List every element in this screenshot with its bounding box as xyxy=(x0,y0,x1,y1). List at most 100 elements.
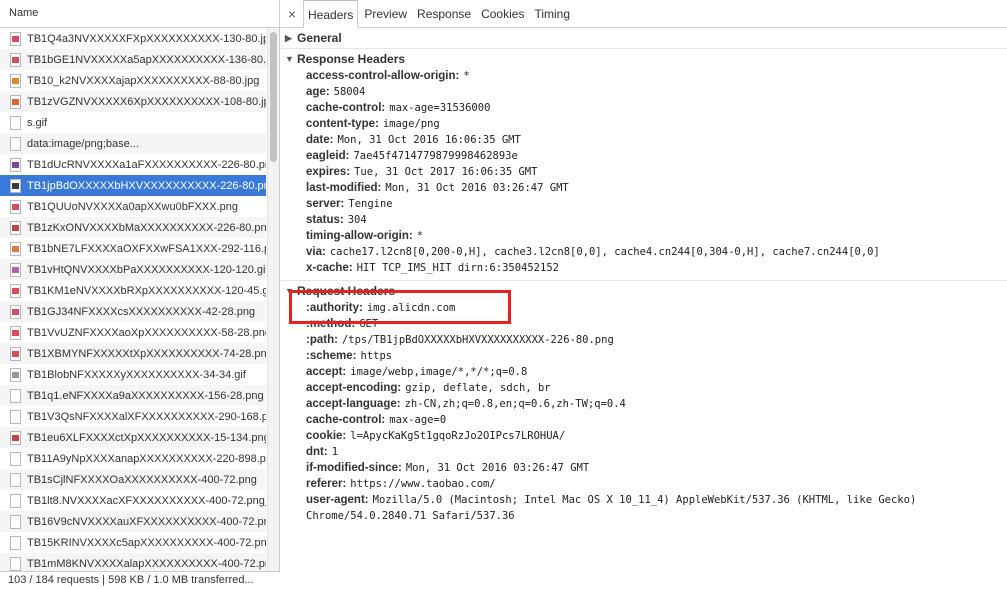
tab-headers[interactable]: Headers xyxy=(303,0,359,28)
request-headers-list: :authority: img.alicdn.com:method: GET:pat… xyxy=(281,300,1007,524)
header-row: :method: GET xyxy=(281,316,1007,332)
header-value: Mozilla/5.0 (Macintosh; Intel Mac OS X 1… xyxy=(306,494,917,522)
tab-timing[interactable]: Timing xyxy=(530,0,574,27)
request-row[interactable]: s.gif xyxy=(0,112,266,133)
tab-cookies[interactable]: Cookies xyxy=(477,0,528,27)
file-thumbnail-icon xyxy=(10,556,21,571)
header-name: accept: xyxy=(306,366,347,378)
header-name: :path: xyxy=(306,334,338,346)
request-row[interactable]: TB1sCjlNFXXXXOaXXXXXXXXXX-400-72.png xyxy=(0,469,266,490)
file-thumbnail-icon xyxy=(10,136,21,151)
request-list-scrollbar[interactable] xyxy=(267,28,279,572)
header-value: zh-CN,zh;q=0.8,en;q=0.6,zh-TW;q=0.4 xyxy=(404,398,626,410)
file-thumbnail-icon xyxy=(10,409,21,424)
header-value: 304 xyxy=(347,214,367,226)
request-row[interactable]: TB1GJ34NFXXXXcsXXXXXXXXXX-42-28.png xyxy=(0,301,266,322)
header-value: l=ApycKaKgSt1gqoRzJo2OIPcs7LROHUA/ xyxy=(350,430,566,442)
name-column-header[interactable]: Name xyxy=(0,0,279,28)
header-row: :path:/tps/TB1jpBdOXXXXXbHXVXXXXXXXXXX-2… xyxy=(281,332,1007,348)
request-row[interactable]: TB1vHtQNVXXXXbPaXXXXXXXXXX-120-120.gif xyxy=(0,259,266,280)
request-row[interactable]: TB10_k2NVXXXXajapXXXXXXXXXX-88-80.jpg xyxy=(0,70,266,91)
header-value: https xyxy=(360,350,393,362)
request-row[interactable]: TB1XBMYNFXXXXXtXpXXXXXXXXXX-74-28.png xyxy=(0,343,266,364)
header-row: if-modified-since: Mon, 31 Oct 2016 03:26… xyxy=(281,460,1007,476)
request-row[interactable]: TB1V3QsNFXXXXalXFXXXXXXXXXX-290-168.png xyxy=(0,406,266,427)
header-row: :authority: img.alicdn.com xyxy=(281,300,1007,316)
request-row[interactable]: TB1q1.eNFXXXXa9aXXXXXXXXXX-156-28.png xyxy=(0,385,266,406)
scrollbar-thumb[interactable] xyxy=(270,32,277,162)
header-name: accept-language: xyxy=(306,398,401,410)
header-row: timing-allow-origin: * xyxy=(281,228,1007,244)
request-row[interactable]: TB1dUcRNVXXXXa1aFXXXXXXXXXX-226-80.png xyxy=(0,154,266,175)
request-row[interactable]: TB11A9yNpXXXXanapXXXXXXXXXX-220-898.png xyxy=(0,448,266,469)
header-name: :method: xyxy=(306,318,356,330)
request-row[interactable]: TB1zVGZNVXXXXX6XpXXXXXXXXXX-108-80.jpg xyxy=(0,91,266,112)
header-name: timing-allow-origin: xyxy=(306,230,413,242)
header-value: max-age=31536000 xyxy=(389,102,491,114)
request-row[interactable]: TB1bNE7LFXXXXaOXFXXwFSA1XXX-292-116.png xyxy=(0,238,266,259)
request-row[interactable]: TB1QUUoNVXXXXa0apXXwu0bFXXX.png xyxy=(0,196,266,217)
file-thumbnail-icon xyxy=(10,535,21,550)
file-thumbnail-icon xyxy=(10,388,21,403)
file-thumbnail-icon xyxy=(10,514,21,529)
header-name: referer: xyxy=(306,478,347,490)
header-value: https://www.taobao.com/ xyxy=(350,478,496,490)
file-thumbnail-icon xyxy=(10,94,21,109)
file-thumbnail-icon xyxy=(10,472,21,487)
tab-response[interactable]: Response xyxy=(413,0,475,27)
general-section-toggle[interactable]: ▶ General xyxy=(281,28,1007,48)
file-thumbnail-icon xyxy=(10,52,21,67)
header-value: max-age=0 xyxy=(389,414,447,426)
request-headers-section-toggle[interactable]: ▼ Request Headers xyxy=(281,280,1007,300)
header-value: Mon, 31 Oct 2016 03:26:47 GMT xyxy=(385,182,569,194)
file-thumbnail-icon xyxy=(10,115,21,130)
close-icon[interactable]: × xyxy=(281,0,303,27)
request-name: TB1sCjlNFXXXXOaXXXXXXXXXX-400-72.png xyxy=(27,473,257,486)
request-row[interactable]: TB1jpBdOXXXXXbHXVXXXXXXXXXX-226-80.png xyxy=(0,175,266,196)
header-row: user-agent: Mozilla/5.0 (Macintosh; Intel… xyxy=(281,492,1007,524)
header-row: x-cache: HIT TCP_IMS_HIT dirn:6:350452152 xyxy=(281,260,1007,276)
response-headers-section-toggle[interactable]: ▼ Response Headers xyxy=(281,48,1007,68)
request-name: data:image/png;base... xyxy=(27,137,139,150)
header-row: accept-language: zh-CN,zh;q=0.8,en;q=0.6,… xyxy=(281,396,1007,412)
request-row[interactable]: TB1VvUZNFXXXXaoXpXXXXXXXXXX-58-28.png xyxy=(0,322,266,343)
header-value: HIT TCP_IMS_HIT dirn:6:350452152 xyxy=(356,262,559,274)
header-name: cache-control: xyxy=(306,414,386,426)
header-value: Mon, 31 Oct 2016 03:26:47 GMT xyxy=(405,462,590,474)
request-list-panel: Name TB1Q4a3NVXXXXXFXpXXXXXXXXXX-130-80.… xyxy=(0,0,280,589)
request-row[interactable]: TB1KM1eNVXXXXbRXpXXXXXXXXXX-120-45.gif xyxy=(0,280,266,301)
request-row[interactable]: TB1zKxONVXXXXbMaXXXXXXXXXX-226-80.png xyxy=(0,217,266,238)
request-row[interactable]: TB1Q4a3NVXXXXXFXpXXXXXXXXXX-130-80.jpg xyxy=(0,28,266,49)
header-name: eagleid: xyxy=(306,150,350,162)
header-name: status: xyxy=(306,214,344,226)
header-row: last-modified: Mon, 31 Oct 2016 03:26:47 … xyxy=(281,180,1007,196)
header-name: date: xyxy=(306,134,334,146)
header-row: accept-encoding: gzip, deflate, sdch, br xyxy=(281,380,1007,396)
request-row[interactable]: data:image/png;base... xyxy=(0,133,266,154)
header-row: referer: https://www.taobao.com/ xyxy=(281,476,1007,492)
request-row[interactable]: TB1eu6XLFXXXXctXpXXXXXXXXXX-15-134.png xyxy=(0,427,266,448)
request-name: TB16V9cNVXXXXauXFXXXXXXXXXX-400-72.png xyxy=(27,515,266,528)
file-thumbnail-icon xyxy=(10,493,21,508)
header-value: /tps/TB1jpBdOXXXXXbHXVXXXXXXXXXX-226-80.… xyxy=(341,334,614,346)
request-row[interactable]: TB1BlobNFXXXXXyXXXXXXXXXX-34-34.gif xyxy=(0,364,266,385)
file-thumbnail-icon xyxy=(10,220,21,235)
header-value: * xyxy=(463,70,470,82)
header-row: cookie: l=ApycKaKgSt1gqoRzJo2OIPcs7LROHUA… xyxy=(281,428,1007,444)
request-name: TB1q1.eNFXXXXa9aXXXXXXXXXX-156-28.png xyxy=(27,389,264,402)
request-list: TB1Q4a3NVXXXXXFXpXXXXXXXXXX-130-80.jpg TB… xyxy=(0,28,266,572)
request-name: TB1zVGZNVXXXXX6XpXXXXXXXXXX-108-80.jpg xyxy=(27,95,266,108)
request-row[interactable]: TB1mM8KNVXXXXalapXXXXXXXXXX-400-72.png xyxy=(0,553,266,572)
header-value: 1 xyxy=(331,446,339,458)
file-thumbnail-icon xyxy=(10,346,21,361)
request-details-panel: × Headers Preview Response Cookies Timin… xyxy=(281,0,1007,589)
request-name: TB11A9yNpXXXXanapXXXXXXXXXX-220-898.png xyxy=(27,452,266,465)
tab-preview[interactable]: Preview xyxy=(360,0,411,27)
request-row[interactable]: TB1bGE1NVXXXXXa5apXXXXXXXXXX-136-80.jpg xyxy=(0,49,266,70)
request-row[interactable]: TB16V9cNVXXXXauXFXXXXXXXXXX-400-72.png xyxy=(0,511,266,532)
request-row[interactable]: TB1lt8.NVXXXXacXFXXXXXXXXXX-400-72.png_ xyxy=(0,490,266,511)
request-row[interactable]: TB15KRINVXXXXc5apXXXXXXXXXX-400-72.png xyxy=(0,532,266,553)
file-thumbnail-icon xyxy=(10,304,21,319)
header-name: cookie: xyxy=(306,430,347,442)
request-name: TB1vHtQNVXXXXbPaXXXXXXXXXX-120-120.gif xyxy=(27,263,266,276)
